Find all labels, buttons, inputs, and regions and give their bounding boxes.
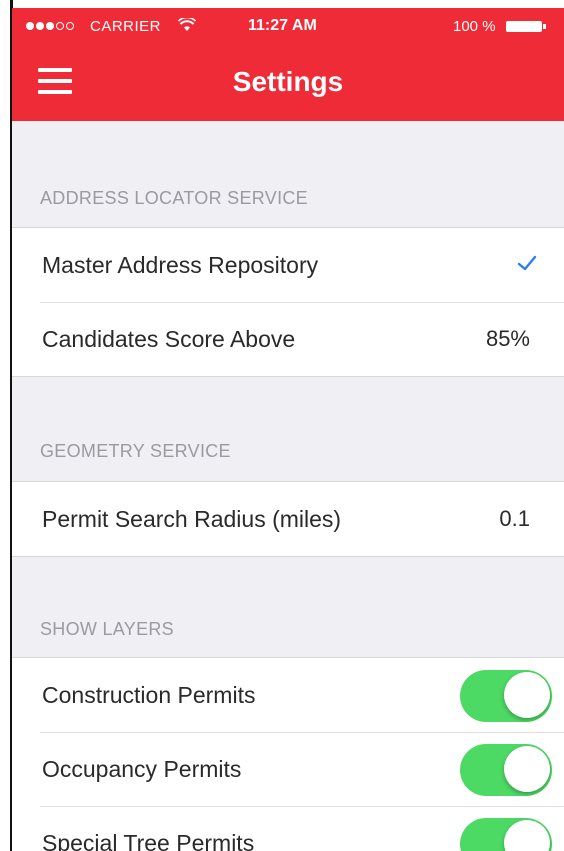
section-header-geometry: GEOMETRY SERVICE: [40, 441, 231, 461]
page-title: Settings: [232, 66, 344, 97]
layer-row-special-tree: Special Tree Permits: [12, 806, 564, 851]
address-locator-group: Master Address Repository Candidates Sco…: [12, 227, 564, 377]
row-label: Occupancy Permits: [42, 755, 242, 782]
checkmark-icon: [516, 252, 538, 274]
score-value: 85%: [485, 326, 530, 351]
row-label: Permit Search Radius (miles): [42, 505, 342, 532]
geometry-group: Permit Search Radius (miles) 0.1: [12, 481, 564, 557]
app-header: CARRIER 11:27 AM 100 % Settings: [12, 8, 564, 121]
row-label: Special Tree Permits: [42, 829, 255, 851]
layers-group: Construction Permits Occupancy Permits S…: [12, 657, 564, 851]
radius-value: 0.1: [499, 506, 530, 531]
status-time: 11:27 AM: [248, 17, 317, 34]
row-label: Construction Permits: [42, 681, 256, 708]
layer-row-occupancy: Occupancy Permits: [12, 732, 564, 806]
status-bar: CARRIER 11:27 AM 100 %: [12, 8, 564, 46]
wifi-icon: [177, 16, 197, 36]
row-label: Master Address Repository: [42, 251, 319, 278]
candidates-score-row[interactable]: Candidates Score Above 85%: [12, 302, 564, 376]
special-tree-permits-toggle[interactable]: [460, 818, 552, 851]
battery-percent: 100 %: [453, 18, 496, 35]
row-label: Candidates Score Above: [42, 325, 296, 352]
section-header-address-locator: ADDRESS LOCATOR SERVICE: [40, 188, 308, 208]
master-address-repository-row[interactable]: Master Address Repository: [12, 228, 564, 302]
navigation-bar: Settings: [12, 46, 564, 121]
occupancy-permits-toggle[interactable]: [460, 744, 552, 796]
phone-screen: CARRIER 11:27 AM 100 % Settings ADDRESS …: [12, 8, 564, 851]
section-header-show-layers: SHOW LAYERS: [40, 619, 174, 639]
permit-search-radius-row[interactable]: Permit Search Radius (miles) 0.1: [12, 482, 564, 556]
battery-icon: [506, 21, 546, 32]
signal-strength-icon: [26, 21, 74, 31]
carrier-label: CARRIER: [90, 18, 162, 35]
layer-row-construction: Construction Permits: [12, 658, 564, 732]
construction-permits-toggle[interactable]: [460, 670, 552, 722]
